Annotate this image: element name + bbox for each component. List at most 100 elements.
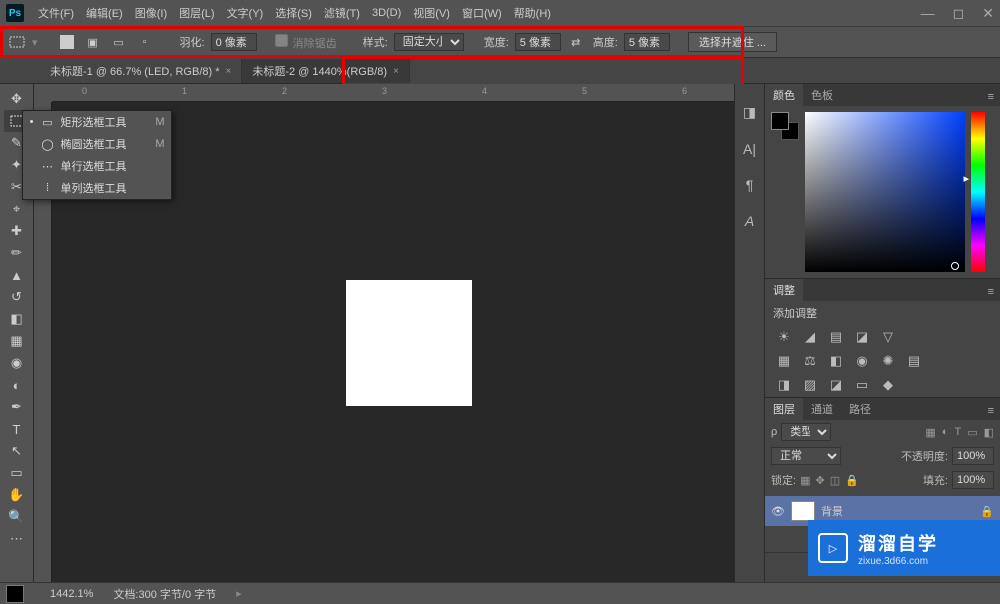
eyedropper-tool[interactable]: ⌖ bbox=[4, 198, 30, 220]
visibility-icon[interactable]: 👁 bbox=[771, 505, 785, 518]
add-selection-icon[interactable]: ▣ bbox=[82, 31, 104, 53]
hue-bar[interactable] bbox=[971, 112, 985, 272]
menu-select[interactable]: 选择(S) bbox=[269, 5, 318, 21]
close-icon[interactable]: ✕ bbox=[982, 5, 994, 22]
maximize-icon[interactable]: ◻ bbox=[953, 5, 965, 22]
fg-bg-swatches[interactable] bbox=[771, 112, 799, 140]
menu-file[interactable]: 文件(F) bbox=[32, 5, 80, 21]
width-input[interactable] bbox=[515, 33, 561, 51]
exposure-icon[interactable]: ◪ bbox=[853, 329, 871, 345]
menu-edit[interactable]: 编辑(E) bbox=[80, 5, 129, 21]
flyout-col-marquee[interactable]: ⁞ 单列选框工具 bbox=[23, 177, 171, 199]
canvas-document[interactable] bbox=[346, 280, 472, 406]
brightness-icon[interactable]: ☀ bbox=[775, 329, 793, 345]
menu-window[interactable]: 窗口(W) bbox=[456, 5, 508, 21]
menu-image[interactable]: 图像(I) bbox=[129, 5, 173, 21]
hue-icon[interactable]: ▦ bbox=[775, 353, 793, 369]
swap-wh-icon[interactable]: ⇄ bbox=[565, 31, 587, 53]
glyphs-panel-icon[interactable]: A bbox=[745, 213, 754, 229]
flyout-row-marquee[interactable]: ⋯ 单行选框工具 bbox=[23, 155, 171, 177]
tool-preset-icon[interactable] bbox=[6, 31, 28, 53]
vibrance-icon[interactable]: ▽ bbox=[879, 329, 897, 345]
path-select-tool[interactable]: ↖ bbox=[4, 440, 30, 462]
brush-tool[interactable]: ✏ bbox=[4, 242, 30, 264]
dodge-tool[interactable]: ◐ bbox=[4, 374, 30, 396]
pen-tool[interactable]: ✒ bbox=[4, 396, 30, 418]
bw-icon[interactable]: ◧ bbox=[827, 353, 845, 369]
filter-smart-icon[interactable]: ◧ bbox=[984, 426, 994, 439]
mixer-icon[interactable]: ✺ bbox=[879, 353, 897, 369]
fill-input[interactable] bbox=[952, 471, 994, 489]
paragraph-panel-icon[interactable]: ¶ bbox=[746, 177, 754, 193]
lock-artboard-icon[interactable]: ◫ bbox=[830, 474, 840, 487]
hue-slider-handle[interactable]: ▸ bbox=[963, 172, 969, 185]
opacity-input[interactable] bbox=[952, 447, 994, 465]
color-cursor[interactable] bbox=[951, 262, 959, 270]
lookup-icon[interactable]: ▤ bbox=[905, 353, 923, 369]
stamp-tool[interactable]: ▲ bbox=[4, 264, 30, 286]
intersect-selection-icon[interactable]: ▫ bbox=[134, 31, 156, 53]
flyout-ellipse-marquee[interactable]: ◯ 椭圆选框工具 M bbox=[23, 133, 171, 155]
move-tool[interactable]: ✥ bbox=[4, 88, 30, 110]
filter-pixel-icon[interactable]: ▦ bbox=[925, 426, 935, 439]
subtract-selection-icon[interactable]: ▭ bbox=[108, 31, 130, 53]
character-panel-icon[interactable]: A| bbox=[743, 141, 756, 157]
tab-channels[interactable]: 通道 bbox=[803, 398, 841, 420]
type-tool[interactable]: T bbox=[4, 418, 30, 440]
flyout-rect-marquee[interactable]: • ▭ 矩形选框工具 M bbox=[23, 111, 171, 133]
menu-3d[interactable]: 3D(D) bbox=[366, 7, 407, 19]
fg-bg-mini-swatch[interactable] bbox=[6, 585, 24, 603]
filter-shape-icon[interactable]: ▭ bbox=[967, 426, 977, 439]
minimize-icon[interactable]: — bbox=[921, 5, 935, 22]
doc-size[interactable]: 文档:300 字节/0 字节 bbox=[113, 586, 216, 602]
layers-panel-menu-icon[interactable]: ≡ bbox=[982, 402, 1000, 420]
levels-icon[interactable]: ◢ bbox=[801, 329, 819, 345]
menu-type[interactable]: 文字(Y) bbox=[221, 5, 270, 21]
hand-tool[interactable]: ✋ bbox=[4, 484, 30, 506]
new-selection-icon[interactable] bbox=[56, 31, 78, 53]
menu-filter[interactable]: 滤镜(T) bbox=[318, 5, 366, 21]
lock-all-icon[interactable]: 🔒 bbox=[845, 474, 859, 487]
color-field[interactable]: ▸ bbox=[805, 112, 965, 272]
menu-layer[interactable]: 图层(L) bbox=[173, 5, 220, 21]
layer-filter-select[interactable]: 类型 bbox=[781, 423, 831, 441]
height-input[interactable] bbox=[624, 33, 670, 51]
curves-icon[interactable]: ▤ bbox=[827, 329, 845, 345]
adjust-panel-menu-icon[interactable]: ≡ bbox=[982, 283, 1000, 301]
filter-adjust-icon[interactable]: ◐ bbox=[942, 426, 949, 439]
healing-tool[interactable]: ✚ bbox=[4, 220, 30, 242]
selective-icon[interactable]: ◆ bbox=[879, 377, 897, 393]
blur-tool[interactable]: ◉ bbox=[4, 352, 30, 374]
doc-tab-1[interactable]: 未标题-1 @ 66.7% (LED, RGB/8) * × bbox=[40, 59, 242, 83]
blend-mode-select[interactable]: 正常 bbox=[771, 447, 841, 465]
lock-position-icon[interactable]: ✥ bbox=[815, 474, 824, 487]
gradient-tool[interactable]: ▦ bbox=[4, 330, 30, 352]
feather-input[interactable] bbox=[211, 33, 257, 51]
select-and-mask-button[interactable]: 选择并遮住 ... bbox=[688, 32, 777, 52]
zoom-tool[interactable]: 🔍 bbox=[4, 506, 30, 528]
doc-tab-2[interactable]: 未标题-2 @ 1440%(RGB/8) × bbox=[242, 59, 410, 83]
layer-thumbnail[interactable] bbox=[791, 501, 815, 521]
menu-help[interactable]: 帮助(H) bbox=[508, 5, 557, 21]
tab-layers[interactable]: 图层 bbox=[765, 398, 803, 420]
filter-type-icon[interactable]: T bbox=[954, 426, 961, 439]
gradient-map-icon[interactable]: ▭ bbox=[853, 377, 871, 393]
color-panel-menu-icon[interactable]: ≡ bbox=[982, 88, 1000, 106]
zoom-level[interactable]: 1442.1% bbox=[50, 588, 93, 600]
shape-tool[interactable]: ▭ bbox=[4, 462, 30, 484]
lock-pixels-icon[interactable]: ▦ bbox=[800, 474, 810, 487]
menu-view[interactable]: 视图(V) bbox=[407, 5, 456, 21]
balance-icon[interactable]: ⚖ bbox=[801, 353, 819, 369]
eraser-tool[interactable]: ◧ bbox=[4, 308, 30, 330]
tab-color[interactable]: 颜色 bbox=[765, 84, 803, 106]
tab-adjustments[interactable]: 调整 bbox=[765, 279, 803, 301]
marquee-tool[interactable]: • ▭ 矩形选框工具 M ◯ 椭圆选框工具 M ⋯ 单行选框工具 bbox=[4, 110, 30, 132]
tab-swatches[interactable]: 色板 bbox=[803, 84, 841, 106]
history-brush-tool[interactable]: ↺ bbox=[4, 286, 30, 308]
posterize-icon[interactable]: ▨ bbox=[801, 377, 819, 393]
photo-filter-icon[interactable]: ◉ bbox=[853, 353, 871, 369]
doc-tab-2-close-icon[interactable]: × bbox=[393, 66, 399, 77]
doc-tab-1-close-icon[interactable]: × bbox=[226, 66, 232, 77]
edit-toolbar[interactable]: ⋯ bbox=[4, 528, 30, 550]
invert-icon[interactable]: ◨ bbox=[775, 377, 793, 393]
